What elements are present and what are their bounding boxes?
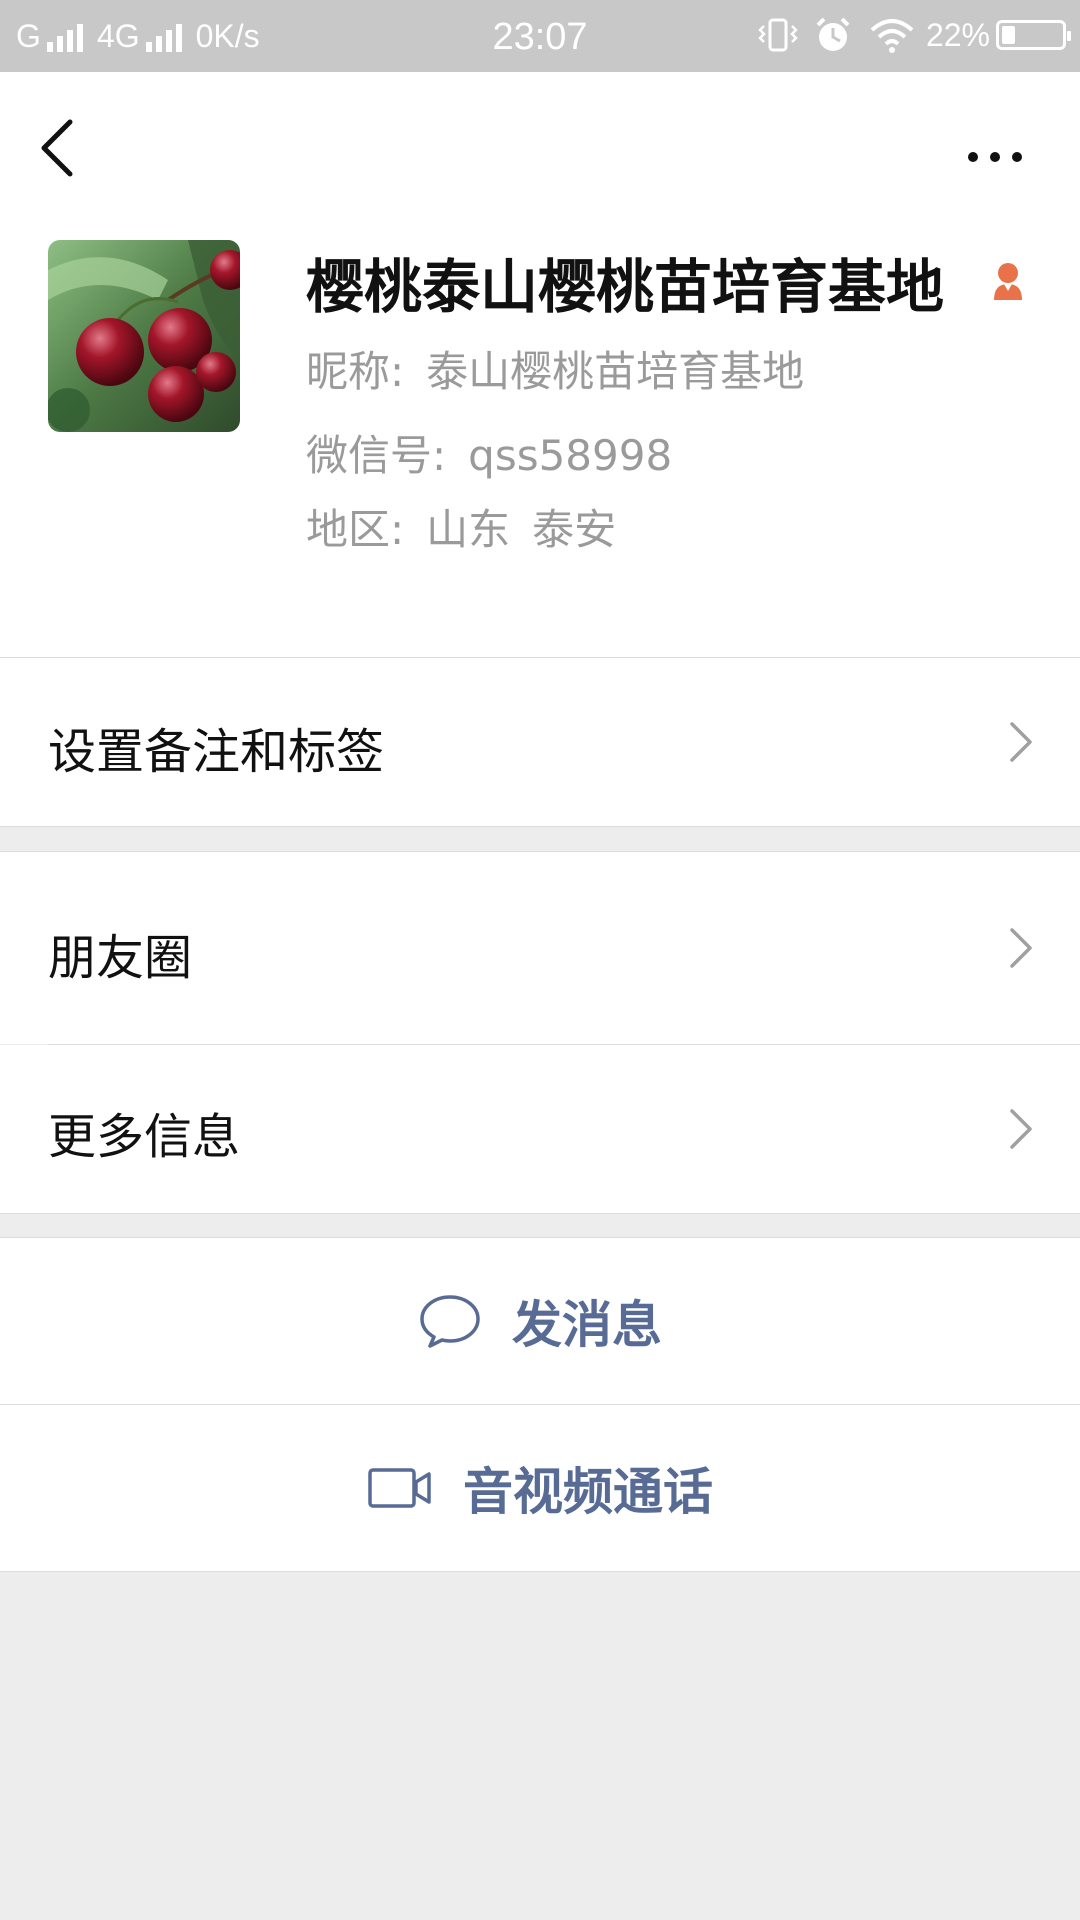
region-line: 地区: 山东 泰安 <box>306 496 616 557</box>
more-info-row[interactable]: 更多信息 <box>0 1045 1080 1213</box>
battery-icon <box>996 20 1071 50</box>
vibrate-icon <box>758 18 798 52</box>
contact-name: 樱桃泰山樱桃苗培育基地 <box>306 253 945 321</box>
avatar[interactable] <box>48 240 240 432</box>
remark-tags-label: 设置备注和标签 <box>48 724 385 780</box>
more-dots-icon[interactable] <box>950 132 1040 182</box>
region-province: 山东 <box>426 505 511 554</box>
moments-label: 朋友圈 <box>48 930 193 986</box>
send-message-button[interactable]: 发消息 <box>0 1238 1080 1404</box>
chevron-left-icon[interactable] <box>28 112 88 182</box>
divider <box>0 1571 1080 1572</box>
female-icon <box>994 263 1022 300</box>
contact-profile-screen: G 4G 0K/s 23:07 22% 樱桃泰山樱桃苗培育基地 昵称: 泰山樱桃… <box>0 0 1080 1920</box>
nickname-line: 昵称: 泰山樱桃苗培育基地 <box>306 338 804 399</box>
profile-card: 樱桃泰山樱桃苗培育基地 昵称: 泰山樱桃苗培育基地 微信号: qss58998 地区… <box>0 72 1080 658</box>
nickname-label: 昵称: <box>306 347 405 396</box>
video-call-label: 音视频通话 <box>463 1463 713 1521</box>
moments-row[interactable]: 朋友圈 <box>0 852 1080 1044</box>
status-icons: 22% <box>758 16 1071 54</box>
chat-bubble-icon <box>420 1295 480 1348</box>
alarm-icon <box>816 17 850 51</box>
chevron-right-icon <box>1010 722 1032 762</box>
video-camera-icon <box>368 1468 431 1508</box>
battery-percent: 22% <box>925 16 990 53</box>
wifi-icon <box>870 19 914 53</box>
chevron-right-icon <box>1010 928 1032 968</box>
divider <box>0 826 1080 827</box>
wechat-id-value[interactable]: qss58998 <box>468 431 672 480</box>
cherry-avatar-image <box>48 240 240 432</box>
more-info-label: 更多信息 <box>48 1109 241 1165</box>
remark-tags-row[interactable]: 设置备注和标签 <box>0 658 1080 826</box>
wechat-id-label: 微信号: <box>306 431 447 480</box>
nickname-value: 泰山樱桃苗培育基地 <box>426 347 805 396</box>
battery-fill <box>1002 26 1015 44</box>
wechat-id-line: 微信号: qss58998 <box>306 422 672 483</box>
chevron-right-icon <box>1010 1109 1032 1149</box>
divider <box>0 1213 1080 1214</box>
send-message-label: 发消息 <box>512 1296 662 1354</box>
status-bar: G 4G 0K/s 23:07 22% <box>0 0 1080 72</box>
region-city: 泰安 <box>532 505 617 554</box>
region-label: 地区: <box>306 505 405 554</box>
video-call-button[interactable]: 音视频通话 <box>0 1405 1080 1571</box>
